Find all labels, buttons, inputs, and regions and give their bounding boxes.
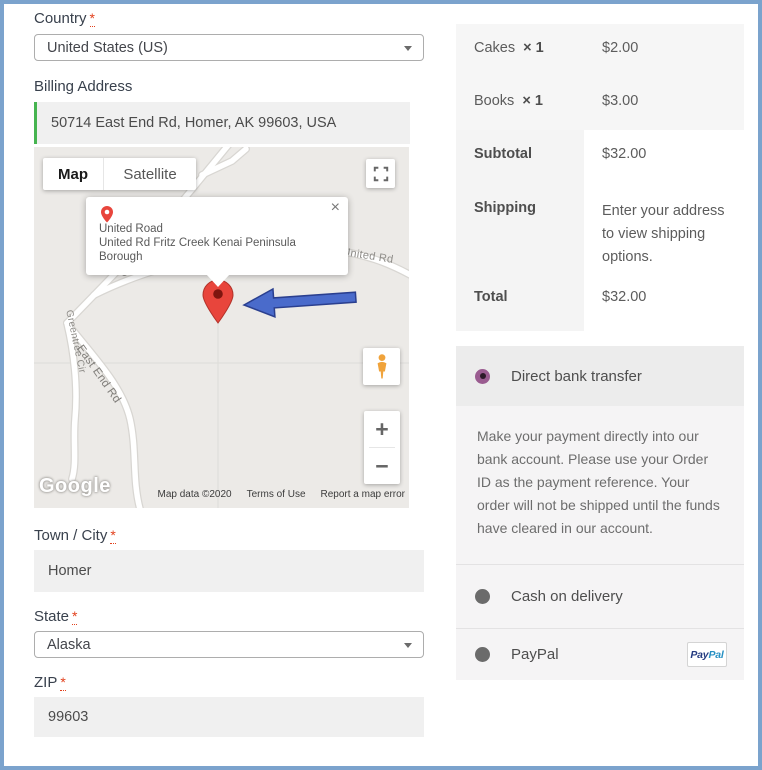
state-select[interactable]: Alaska: [34, 631, 424, 658]
product-price: $2.00: [602, 40, 639, 56]
payment-option-paypal[interactable]: PayPal Pay Pal: [456, 628, 744, 680]
order-row-shipping: Shipping Enter your address to view ship…: [456, 184, 744, 273]
bank-transfer-description: Make your payment directly into our bank…: [456, 406, 744, 564]
zip-label-text: ZIP: [34, 674, 58, 691]
required-asterisk: *: [89, 10, 95, 27]
total-value: $32.00: [602, 289, 647, 305]
product-qty: × 1: [523, 40, 544, 56]
shipping-value: Enter your address to view shipping opti…: [602, 203, 725, 265]
checkout-page: Country * United States (US) Billing Addr…: [0, 0, 762, 770]
town-input[interactable]: Homer: [34, 550, 424, 592]
payment-option-bank-transfer[interactable]: Direct bank transfer: [456, 346, 744, 406]
town-value: Homer: [48, 563, 92, 579]
cash-on-delivery-label: Cash on delivery: [511, 588, 623, 605]
chevron-down-icon: [404, 643, 412, 648]
country-select[interactable]: United States (US): [34, 34, 424, 61]
paypal-label: PayPal: [511, 646, 559, 663]
payment-methods: Direct bank transfer Make your payment d…: [456, 346, 744, 680]
billing-address-input[interactable]: 50714 East End Rd, Homer, AK 99603, USA: [34, 102, 410, 144]
product-qty: × 1: [522, 93, 543, 109]
order-row-product: Books × 1 $3.00: [456, 77, 744, 130]
map-info-window: United Road United Rd Fritz Creek Kenai …: [86, 197, 348, 287]
product-name: Cakes × 1: [456, 24, 584, 77]
bank-transfer-label: Direct bank transfer: [511, 367, 642, 385]
product-name: Books × 1: [456, 77, 584, 130]
town-label-text: Town / City: [34, 527, 108, 544]
payment-option-cash-on-delivery[interactable]: Cash on delivery: [456, 564, 744, 628]
state-label-text: State: [34, 608, 70, 625]
country-label-text: Country: [34, 10, 87, 27]
radio-unselected-icon[interactable]: [475, 589, 490, 604]
info-window-text: United Road United Rd Fritz Creek Kenai …: [99, 222, 296, 264]
order-row-product: Cakes × 1 $2.00: [456, 24, 744, 77]
product-name-text: Cakes: [474, 40, 516, 56]
subtotal-value: $32.00: [602, 146, 647, 162]
country-value: United States (US): [47, 39, 168, 56]
radio-unselected-icon[interactable]: [475, 647, 490, 662]
paypal-logo-pal: Pal: [708, 648, 724, 661]
paypal-logo: Pay Pal: [687, 642, 727, 667]
info-window-line2: United Rd Fritz Creek Kenai Peninsula: [99, 237, 296, 249]
billing-form: Country * United States (US) Billing Addr…: [34, 10, 426, 737]
order-row-subtotal: Subtotal $32.00: [456, 130, 744, 184]
map-canvas[interactable]: United Rd United Greentree Cir East End …: [34, 147, 409, 508]
product-price: $3.00: [602, 93, 639, 109]
product-name-text: Books: [474, 93, 515, 109]
chevron-down-icon: [404, 46, 412, 51]
required-asterisk: *: [110, 527, 116, 544]
radio-selected-icon[interactable]: [475, 368, 490, 384]
info-window-line1: United Road: [99, 223, 163, 235]
country-label: Country *: [34, 10, 426, 28]
billing-address-value: 50714 East End Rd, Homer, AK 99603, USA: [51, 115, 337, 131]
order-review-panel: Cakes × 1 $2.00 Books × 1 $3.00 Subtotal…: [456, 24, 744, 680]
info-window-pin-icon: [101, 206, 113, 223]
annotation-arrow: [242, 287, 357, 318]
zip-value: 99603: [48, 709, 89, 725]
state-value: Alaska: [47, 636, 91, 653]
billing-address-label: Billing Address: [34, 78, 133, 95]
order-row-total: Total $32.00: [456, 273, 744, 331]
town-label: Town / City *: [34, 527, 426, 545]
required-asterisk: *: [72, 608, 78, 625]
zip-input[interactable]: 99603: [34, 697, 424, 737]
close-icon[interactable]: ×: [331, 200, 340, 216]
info-window-line3: Borough: [99, 251, 143, 263]
state-label: State *: [34, 608, 426, 626]
required-asterisk: *: [60, 674, 66, 691]
subtotal-label: Subtotal: [456, 130, 584, 184]
paypal-logo-pay: Pay: [690, 648, 709, 661]
zip-label: ZIP *: [34, 674, 426, 692]
shipping-label: Shipping: [456, 184, 584, 273]
total-label: Total: [456, 273, 584, 331]
